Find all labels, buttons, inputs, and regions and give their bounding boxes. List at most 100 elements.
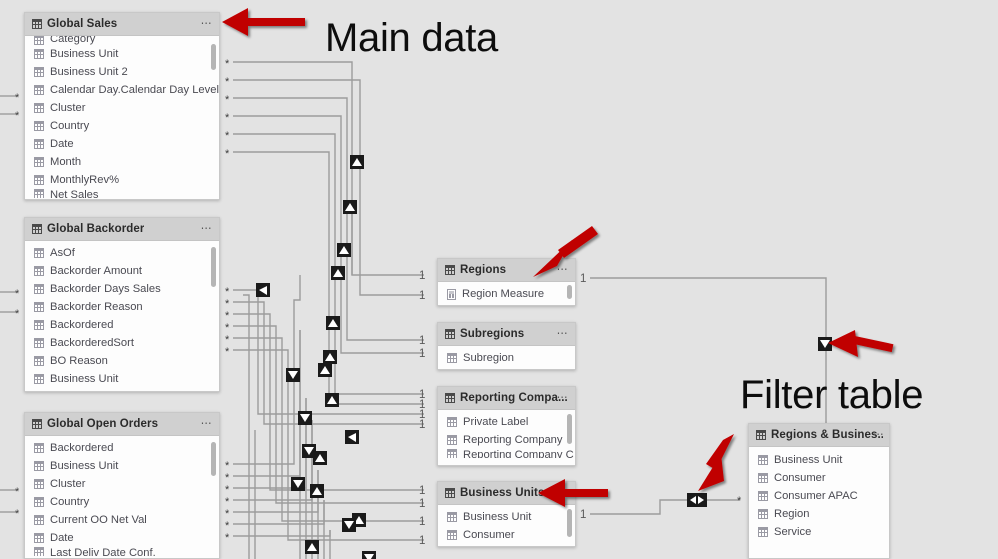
list-item[interactable]: Business Unit xyxy=(749,451,889,469)
field-label: Backorder Days Sales xyxy=(50,283,161,295)
field-label: Region xyxy=(774,508,810,520)
list-item[interactable]: Business Unit 2 xyxy=(25,63,219,81)
vertical-scrollbar[interactable] xyxy=(211,44,216,70)
table-header-reporting-company[interactable]: Reporting Compa... ⋯ xyxy=(438,387,575,410)
list-item[interactable]: Category xyxy=(25,36,219,45)
more-options-icon[interactable]: ⋯ xyxy=(201,418,213,430)
list-item[interactable]: Date xyxy=(25,135,219,153)
model-view-canvas[interactable]: * * * * * * * * * * * * * * * * * * * * * * * * * * … xyxy=(0,0,998,559)
list-item[interactable]: Region xyxy=(749,505,889,523)
grid-icon xyxy=(34,157,44,167)
list-item[interactable]: Backorder Reason xyxy=(25,298,219,316)
list-item[interactable]: Region Measure xyxy=(438,285,575,303)
annotation-main-data: Main data xyxy=(325,16,498,60)
table-header-regions-and-businesses[interactable]: Regions & Busines... ⋯ xyxy=(749,424,889,447)
svg-text:1: 1 xyxy=(419,290,425,302)
table-header-regions[interactable]: Regions ⋯ xyxy=(438,259,575,282)
list-item[interactable]: Subregion xyxy=(438,349,575,367)
list-item[interactable]: Business Unit xyxy=(25,457,219,475)
list-item[interactable]: Month xyxy=(25,153,219,171)
grid-icon xyxy=(758,455,768,465)
field-label: Category xyxy=(50,36,96,45)
grid-icon xyxy=(34,302,44,312)
list-item[interactable]: Reporting Company xyxy=(438,431,575,449)
table-grid-icon xyxy=(32,419,42,429)
field-label: Cluster xyxy=(50,102,86,114)
svg-text:1: 1 xyxy=(580,273,586,285)
table-header-subregions[interactable]: Subregions ⋯ xyxy=(438,323,575,346)
more-options-icon[interactable]: ⋯ xyxy=(557,328,569,340)
table-grid-icon xyxy=(445,329,455,339)
more-options-icon[interactable]: ⋯ xyxy=(557,487,569,499)
table-card-regions[interactable]: Regions ⋯ Region Measure xyxy=(437,258,576,306)
list-item[interactable]: Net Sales xyxy=(25,189,219,198)
svg-text:1: 1 xyxy=(419,516,425,528)
vertical-scrollbar[interactable] xyxy=(567,509,572,537)
list-item[interactable]: Business Unit xyxy=(25,370,219,388)
table-header-business-units[interactable]: Business Units ⋯ xyxy=(438,482,575,505)
vertical-scrollbar[interactable] xyxy=(567,414,572,444)
list-item[interactable]: Backordered xyxy=(25,316,219,334)
field-label: Business Unit 2 xyxy=(50,66,128,78)
vertical-scrollbar[interactable] xyxy=(211,442,216,476)
svg-text:1: 1 xyxy=(580,509,586,521)
svg-text:*: * xyxy=(225,94,230,106)
list-item[interactable]: Consumer xyxy=(749,469,889,487)
list-item[interactable]: Calendar Day.Calendar Day Level 01 xyxy=(25,81,219,99)
grid-icon xyxy=(34,547,44,556)
list-item[interactable]: Cluster xyxy=(25,475,219,493)
table-header-global-sales[interactable]: Global Sales ⋯ xyxy=(25,13,219,36)
field-label: BackorderedSort xyxy=(50,337,134,349)
list-item[interactable]: Country xyxy=(25,117,219,135)
more-options-icon[interactable]: ⋯ xyxy=(201,18,213,30)
list-item[interactable]: Date xyxy=(25,529,219,547)
grid-icon xyxy=(34,338,44,348)
svg-text:*: * xyxy=(225,310,230,322)
more-options-icon[interactable]: ⋯ xyxy=(201,223,213,235)
list-item[interactable]: BO Reason xyxy=(25,352,219,370)
table-card-regions-and-businesses[interactable]: Regions & Busines... ⋯ Business Unit Con… xyxy=(748,423,890,559)
list-item[interactable]: AsOf xyxy=(25,244,219,262)
list-item[interactable]: Consumer xyxy=(438,526,575,544)
svg-text:*: * xyxy=(225,508,230,520)
list-item[interactable]: Backorder Amount xyxy=(25,262,219,280)
table-card-subregions[interactable]: Subregions ⋯ Subregion xyxy=(437,322,576,370)
list-item[interactable]: Country xyxy=(25,493,219,511)
list-item[interactable]: BackorderedSort xyxy=(25,334,219,352)
table-card-global-backorder[interactable]: Global Backorder ⋯ AsOf Backorder Amount… xyxy=(24,217,220,392)
svg-text:*: * xyxy=(225,346,230,358)
grid-icon xyxy=(447,353,457,363)
table-card-reporting-company[interactable]: Reporting Compa... ⋯ Private Label Repor… xyxy=(437,386,576,466)
arrow-to-bidirectional-link xyxy=(698,434,734,491)
vertical-scrollbar[interactable] xyxy=(567,285,572,299)
vertical-scrollbar[interactable] xyxy=(211,247,216,287)
grid-icon xyxy=(758,491,768,501)
list-item[interactable]: Backordered xyxy=(25,439,219,457)
list-item[interactable]: Business Unit xyxy=(25,45,219,63)
field-label: BO Reason xyxy=(50,355,108,367)
grid-icon xyxy=(34,85,44,95)
more-options-icon[interactable]: ⋯ xyxy=(873,429,885,441)
table-header-global-backorder[interactable]: Global Backorder ⋯ xyxy=(25,218,219,241)
list-item[interactable]: Service xyxy=(749,523,889,541)
list-item[interactable]: Business Unit xyxy=(438,508,575,526)
grid-icon xyxy=(34,248,44,258)
table-header-global-open-orders[interactable]: Global Open Orders ⋯ xyxy=(25,413,219,436)
grid-icon xyxy=(447,449,457,458)
list-item[interactable]: Consumer APAC xyxy=(749,487,889,505)
field-label: Country xyxy=(50,120,90,132)
list-item[interactable]: Current OO Net Val xyxy=(25,511,219,529)
list-item[interactable]: Private Label xyxy=(438,413,575,431)
list-item[interactable]: Cluster xyxy=(25,99,219,117)
svg-text:*: * xyxy=(225,112,230,124)
table-grid-icon xyxy=(445,393,455,403)
list-item[interactable]: Backorder Days Sales xyxy=(25,280,219,298)
more-options-icon[interactable]: ⋯ xyxy=(557,264,569,276)
list-item[interactable]: MonthlyRev% xyxy=(25,171,219,189)
table-card-global-open-orders[interactable]: Global Open Orders ⋯ Backordered Busines… xyxy=(24,412,220,559)
table-card-global-sales[interactable]: Global Sales ⋯ Category Business Unit Bu… xyxy=(24,12,220,200)
more-options-icon[interactable]: ⋯ xyxy=(557,392,569,404)
list-item[interactable]: Last Deliv Date Conf. xyxy=(25,547,219,556)
list-item[interactable]: Reporting Company C xyxy=(438,449,575,458)
table-card-business-units[interactable]: Business Units ⋯ Business Unit Consumer xyxy=(437,481,576,547)
